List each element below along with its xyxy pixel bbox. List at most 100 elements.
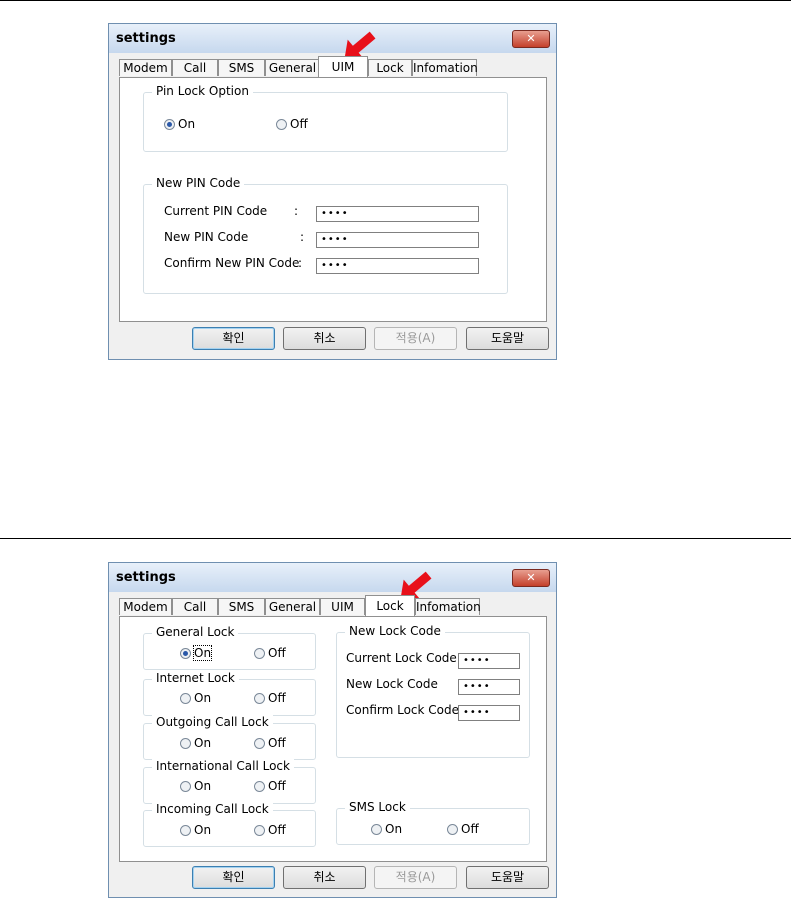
close-button[interactable]: ✕ — [512, 30, 550, 48]
international-call-lock-group: International Call Lock On Off — [143, 759, 316, 804]
radio-selected-icon — [164, 118, 175, 130]
group-label: General Lock — [152, 625, 239, 639]
pin-lock-on-radio[interactable]: On — [164, 117, 195, 131]
cancel-button[interactable]: 취소 — [283, 327, 366, 350]
incoming-call-lock-on-radio[interactable]: On — [180, 823, 211, 837]
current-pin-label: Current PIN Code — [164, 204, 268, 218]
radio-unselected-icon — [254, 780, 265, 792]
settings-dialog-uim: settings ✕ Modem Call SMS General UIM Lo… — [108, 23, 557, 360]
radio-label: On — [194, 779, 212, 793]
radio-unselected-icon — [254, 824, 265, 836]
dialog-title: settings — [116, 570, 176, 585]
group-label: International Call Lock — [152, 759, 294, 773]
general-lock-group: General Lock On Off — [143, 625, 316, 670]
international-call-lock-off-radio[interactable]: Off — [254, 779, 286, 793]
tab-uim[interactable]: UIM — [320, 598, 365, 615]
tab-lock[interactable]: Lock — [365, 595, 415, 616]
tab-modem[interactable]: Modem — [119, 598, 172, 615]
radio-unselected-icon — [447, 823, 458, 835]
help-button[interactable]: 도움말 — [466, 866, 549, 889]
general-lock-on-radio[interactable]: On — [180, 645, 213, 661]
group-label: Pin Lock Option — [152, 84, 253, 98]
radio-unselected-icon — [254, 737, 265, 749]
radio-selected-icon — [180, 647, 191, 659]
radio-label: Off — [268, 779, 286, 793]
apply-button[interactable]: 적용(A) — [374, 866, 457, 889]
group-label: Internet Lock — [152, 671, 239, 685]
international-call-lock-on-radio[interactable]: On — [180, 779, 211, 793]
sms-lock-on-radio[interactable]: On — [371, 822, 402, 836]
ok-button[interactable]: 확인 — [192, 866, 275, 889]
confirm-lock-code-label: Confirm Lock Code — [346, 703, 460, 717]
tab-infomation[interactable]: Infomation — [412, 59, 478, 76]
help-button[interactable]: 도움말 — [466, 327, 549, 350]
tab-call[interactable]: Call — [172, 59, 218, 76]
outgoing-call-lock-off-radio[interactable]: Off — [254, 736, 286, 750]
radio-unselected-icon — [180, 780, 191, 792]
title-bar[interactable]: settings ✕ — [109, 24, 556, 53]
colon: : — [294, 204, 299, 218]
confirm-lock-code-input[interactable]: •••• — [458, 705, 520, 721]
tab-sms[interactable]: SMS — [218, 598, 265, 615]
group-label: New Lock Code — [345, 624, 445, 638]
tab-call[interactable]: Call — [172, 598, 218, 615]
general-lock-off-radio[interactable]: Off — [254, 646, 286, 660]
radio-label: Off — [268, 691, 286, 705]
group-label: Incoming Call Lock — [152, 802, 273, 816]
tab-lock[interactable]: Lock — [368, 59, 412, 76]
radio-unselected-icon — [180, 824, 191, 836]
radio-label: Off — [268, 823, 286, 837]
apply-button[interactable]: 적용(A) — [374, 327, 457, 350]
radio-label: On — [194, 823, 212, 837]
radio-label: On — [385, 822, 403, 836]
radio-label: On — [178, 117, 196, 131]
radio-unselected-icon — [180, 692, 191, 704]
radio-label: Off — [268, 736, 286, 750]
radio-label: On — [194, 691, 212, 705]
separator-middle — [0, 538, 791, 539]
confirm-pin-input[interactable]: •••• — [316, 258, 479, 274]
current-lock-code-input[interactable]: •••• — [458, 653, 520, 669]
radio-unselected-icon — [254, 692, 265, 704]
group-label: SMS Lock — [345, 800, 410, 814]
tab-general[interactable]: General — [265, 59, 320, 76]
tab-general[interactable]: General — [265, 598, 320, 615]
new-lock-code-group: New Lock Code Current Lock Code •••• New… — [336, 624, 530, 758]
radio-label: Off — [268, 646, 286, 660]
cancel-button[interactable]: 취소 — [283, 866, 366, 889]
dialog-title: settings — [116, 31, 176, 46]
title-bar[interactable]: settings ✕ — [109, 563, 556, 592]
tab-uim[interactable]: UIM — [318, 56, 368, 77]
internet-lock-on-radio[interactable]: On — [180, 691, 211, 705]
radio-unselected-icon — [371, 823, 382, 835]
radio-label: Off — [461, 822, 479, 836]
new-pin-label: New PIN Code — [164, 230, 249, 244]
tab-modem[interactable]: Modem — [119, 59, 172, 76]
incoming-call-lock-group: Incoming Call Lock On Off — [143, 802, 316, 847]
new-lock-code-input[interactable]: •••• — [458, 679, 520, 695]
internet-lock-off-radio[interactable]: Off — [254, 691, 286, 705]
incoming-call-lock-off-radio[interactable]: Off — [254, 823, 286, 837]
new-pin-code-group: New PIN Code Current PIN Code : •••• New… — [143, 176, 508, 294]
current-pin-input[interactable]: •••• — [316, 206, 479, 222]
new-pin-input[interactable]: •••• — [316, 232, 479, 248]
ok-button[interactable]: 확인 — [192, 327, 275, 350]
sms-lock-group: SMS Lock On Off — [336, 800, 530, 845]
separator-top — [0, 0, 791, 1]
colon: : — [300, 230, 305, 244]
internet-lock-group: Internet Lock On Off — [143, 671, 316, 716]
tab-sms[interactable]: SMS — [218, 59, 265, 76]
group-label: Outgoing Call Lock — [152, 715, 273, 729]
radio-label: On — [194, 736, 212, 750]
outgoing-call-lock-on-radio[interactable]: On — [180, 736, 211, 750]
pin-lock-off-radio[interactable]: Off — [276, 117, 308, 131]
tab-panel-uim: Pin Lock Option On Off New PIN Code Curr… — [119, 77, 547, 322]
group-label: New PIN Code — [152, 176, 245, 190]
radio-label: On — [192, 645, 213, 661]
new-lock-code-label: New Lock Code — [346, 677, 438, 691]
close-button[interactable]: ✕ — [512, 569, 550, 587]
sms-lock-off-radio[interactable]: Off — [447, 822, 479, 836]
radio-unselected-icon — [180, 737, 191, 749]
colon: : — [298, 256, 303, 270]
tab-panel-lock: General Lock On Off Internet Lock On Off — [119, 616, 547, 862]
